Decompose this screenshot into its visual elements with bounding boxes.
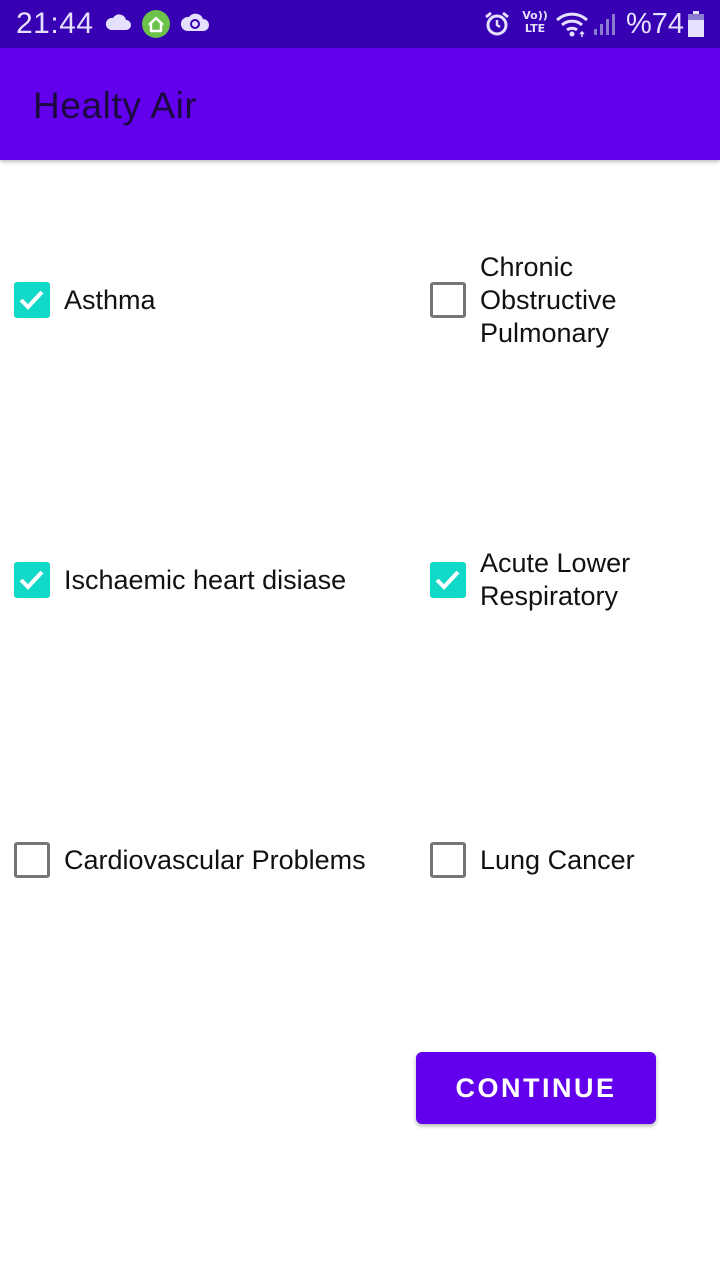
continue-button[interactable]: CONTINUE bbox=[416, 1052, 656, 1124]
cloud-icon bbox=[104, 13, 132, 36]
cloud-sync-icon bbox=[180, 11, 210, 38]
volte-icon: Vo)) LTE bbox=[520, 9, 550, 35]
app-title: Healty Air bbox=[33, 85, 198, 126]
option-lung-cancer[interactable]: Lung Cancer bbox=[416, 810, 706, 912]
signal-icon bbox=[593, 12, 617, 41]
option-chronic-obstructive-pulmonary[interactable]: Chronic Obstructive Pulmonary bbox=[416, 250, 706, 352]
checkbox-ischaemic-heart-disease[interactable] bbox=[14, 562, 50, 598]
checkbox-chronic-obstructive-pulmonary[interactable] bbox=[430, 282, 466, 318]
option-label: Chronic Obstructive Pulmonary bbox=[480, 252, 617, 348]
alarm-icon bbox=[483, 10, 511, 43]
option-label: Cardiovascular Problems bbox=[64, 845, 366, 875]
status-bar: 21:44 Vo)) LTE %74 bbox=[0, 0, 720, 48]
battery-percent: %74 bbox=[626, 8, 685, 40]
check-icon bbox=[19, 290, 44, 310]
checkbox-lung-cancer[interactable] bbox=[430, 842, 466, 878]
check-icon bbox=[19, 570, 44, 590]
status-time: 21:44 bbox=[16, 7, 94, 40]
option-asthma[interactable]: Asthma bbox=[0, 250, 400, 352]
home-app-icon bbox=[141, 9, 171, 44]
option-label: Ischaemic heart disiase bbox=[64, 565, 347, 595]
checkbox-asthma[interactable] bbox=[14, 282, 50, 318]
option-label: Lung Cancer bbox=[480, 845, 635, 875]
option-cardiovascular-problems[interactable]: Cardiovascular Problems bbox=[0, 810, 400, 912]
option-ischaemic-heart-disease[interactable]: Ischaemic heart disiase bbox=[0, 530, 400, 632]
option-label: Acute Lower Respiratory bbox=[480, 548, 631, 611]
app-bar: Healty Air bbox=[0, 48, 720, 160]
wifi-icon bbox=[555, 10, 591, 43]
volte-label-bottom: LTE bbox=[524, 22, 546, 35]
battery-icon bbox=[688, 11, 704, 42]
checkbox-acute-lower-respiratory[interactable] bbox=[430, 562, 466, 598]
option-acute-lower-respiratory[interactable]: Acute Lower Respiratory bbox=[416, 530, 706, 632]
checkbox-cardiovascular-problems[interactable] bbox=[14, 842, 50, 878]
volte-label-top: Vo)) bbox=[522, 9, 548, 22]
check-icon bbox=[435, 570, 460, 590]
option-label: Asthma bbox=[64, 285, 156, 315]
